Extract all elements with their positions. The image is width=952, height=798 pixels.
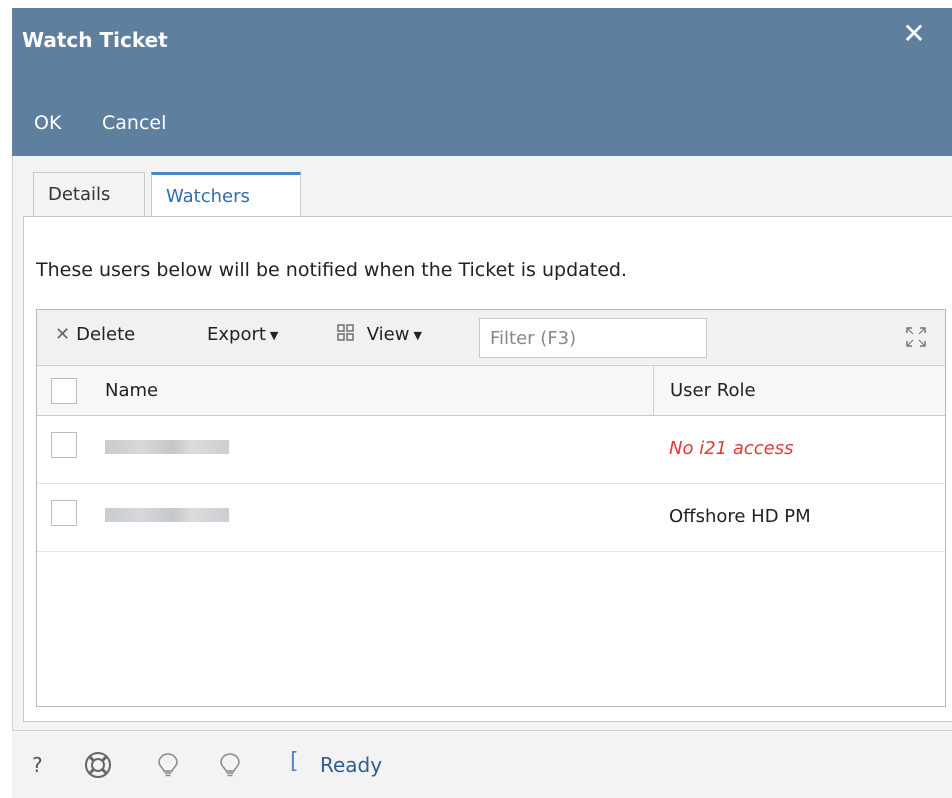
status-separator: [ bbox=[290, 749, 299, 774]
window-title: Watch Ticket bbox=[22, 28, 168, 52]
redacted-name bbox=[105, 508, 229, 522]
chevron-down-icon: ▼ bbox=[269, 328, 279, 342]
grid-header: Name User Role bbox=[37, 366, 945, 416]
status-text: Ready bbox=[320, 753, 383, 777]
watchers-tab-content: These users below will be notified when … bbox=[23, 216, 952, 722]
help-icon[interactable]: ? bbox=[32, 751, 60, 779]
grid-toolbar: ✕ Delete Export ▼ View ▼ bbox=[37, 310, 945, 366]
dialog-body: Details Watchers These users below will … bbox=[12, 156, 952, 730]
watchers-grid: ✕ Delete Export ▼ View ▼ Filter (F3) Nam… bbox=[36, 309, 946, 707]
column-header-name[interactable]: Name bbox=[105, 366, 158, 416]
tab-details[interactable]: Details bbox=[33, 172, 145, 216]
expand-icon[interactable] bbox=[905, 326, 927, 348]
lightbulb-icon[interactable] bbox=[154, 751, 182, 779]
cancel-button[interactable]: Cancel bbox=[102, 112, 166, 134]
support-icon[interactable] bbox=[84, 751, 112, 779]
view-grid-icon bbox=[337, 324, 361, 345]
ok-button[interactable]: OK bbox=[34, 112, 61, 134]
row-checkbox[interactable] bbox=[51, 432, 77, 458]
view-label: View bbox=[366, 324, 410, 345]
redacted-name bbox=[105, 440, 229, 454]
status-bar: ? [ Ready bbox=[12, 730, 952, 798]
view-button[interactable]: View ▼ bbox=[337, 324, 422, 345]
delete-button[interactable]: ✕ Delete bbox=[55, 324, 135, 345]
notify-notice: These users below will be notified when … bbox=[36, 259, 628, 281]
table-row[interactable]: Offshore HD PM bbox=[37, 484, 945, 552]
chevron-down-icon: ▼ bbox=[413, 328, 422, 342]
row-checkbox[interactable] bbox=[51, 500, 77, 526]
filter-input[interactable] bbox=[479, 318, 707, 358]
delete-label: Delete bbox=[76, 324, 136, 345]
user-role-cell: No i21 access bbox=[669, 438, 794, 459]
select-all-checkbox[interactable] bbox=[51, 378, 77, 404]
table-row[interactable]: No i21 access bbox=[37, 416, 945, 484]
lightbulb-icon[interactable] bbox=[216, 751, 244, 779]
user-role-cell: Offshore HD PM bbox=[669, 506, 811, 527]
tab-watchers[interactable]: Watchers bbox=[151, 172, 301, 218]
window-header: Watch Ticket ✕ OK Cancel bbox=[12, 8, 952, 156]
delete-icon: ✕ bbox=[55, 324, 71, 345]
export-label: Export bbox=[207, 324, 266, 345]
export-button[interactable]: Export ▼ bbox=[207, 324, 278, 345]
watch-ticket-window: Watch Ticket ✕ OK Cancel Details Watcher… bbox=[0, 0, 952, 798]
column-header-user-role[interactable]: User Role bbox=[653, 366, 933, 416]
close-icon[interactable]: ✕ bbox=[898, 18, 930, 50]
